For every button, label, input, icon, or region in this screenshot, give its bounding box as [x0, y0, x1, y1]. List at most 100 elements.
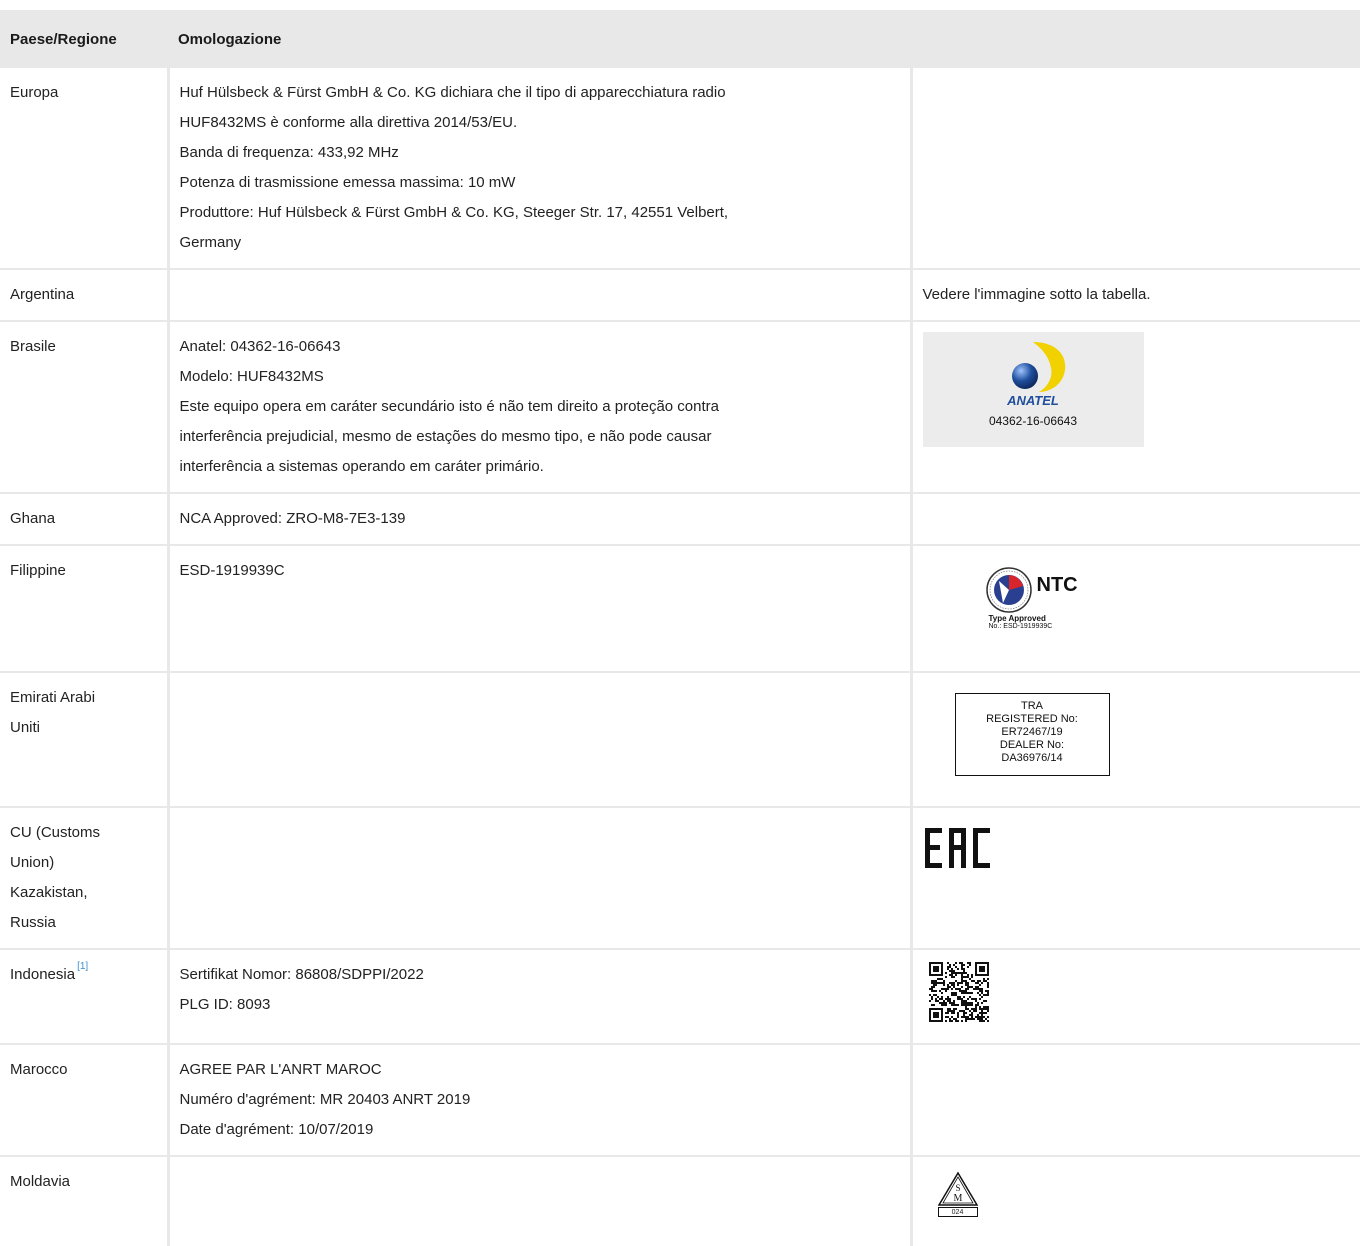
- country-cell: Ghana: [0, 493, 168, 546]
- country-name: Union): [10, 854, 55, 871]
- mark-cell: Vedere l'immagine sotto la tabella.: [909, 269, 1360, 322]
- table-row: Europa Huf Hülsbeck & Fürst GmbH & Co. K…: [0, 68, 1360, 270]
- country-cell: Moldavia: [0, 1156, 168, 1246]
- approval-cell: NCA Approved: ZRO-M8-7E3-139: [166, 493, 911, 546]
- ntc-type-approved: Type Approved: [988, 614, 1046, 623]
- approval-line: PLG ID: 8093: [179, 996, 271, 1013]
- ntc-name: NTC: [1036, 574, 1078, 596]
- country-cell: Filippine: [0, 545, 168, 673]
- mark-cell: ANATEL 04362-16-06643: [909, 321, 1360, 494]
- sm-moldova-mark: S M 024: [931, 1171, 981, 1219]
- tra-line: DA36976/14: [1001, 752, 1063, 764]
- approval-line: Produttore: Huf Hülsbeck & Fürst GmbH & …: [179, 204, 729, 221]
- country-cell: Argentina: [0, 269, 168, 322]
- approval-line: Numéro d'agrément: MR 20403 ANRT 2019: [179, 1091, 471, 1108]
- svg-text:S: S: [955, 1183, 960, 1193]
- mark-cell: S M 024: [909, 1156, 1360, 1246]
- approval-line: Anatel: 04362-16-06643: [179, 338, 341, 355]
- ntc-seal-icon: [985, 567, 1032, 613]
- approval-line: AGREE PAR L'ANRT MAROC: [179, 1061, 382, 1078]
- approval-cell: [166, 672, 911, 808]
- approval-line: interferência prejudicial, mesmo de esta…: [179, 428, 712, 445]
- country-cell: Emirati Arabi Uniti: [0, 672, 168, 808]
- approval-line: Germany: [179, 234, 242, 251]
- footnote-link[interactable]: [1]: [77, 961, 88, 972]
- approval-line: ESD-1919939C: [179, 562, 285, 579]
- country-name: CU (Customs: [10, 824, 101, 841]
- sm-triangle-icon: S M: [937, 1171, 978, 1206]
- table-row: Indonesia [1] Sertifikat Nomor: 86808/SDP…: [0, 949, 1360, 1045]
- country-name: Ghana: [10, 510, 56, 527]
- approval-line: NCA Approved: ZRO-M8-7E3-139: [179, 510, 406, 527]
- country-name: Brasile: [10, 338, 56, 355]
- tra-line: TRA: [1021, 700, 1043, 712]
- mark-cell: [909, 807, 1360, 950]
- anatel-word: ANATEL: [1007, 393, 1059, 408]
- approval-cell: Sertifikat Nomor: 86808/SDPPI/2022 PLG I…: [166, 949, 911, 1045]
- approval-line: Huf Hülsbeck & Fürst GmbH & Co. KG dichi…: [179, 84, 726, 101]
- tra-line: REGISTERED No:: [986, 713, 1078, 725]
- approval-line: Sertifikat Nomor: 86808/SDPPI/2022: [179, 966, 424, 983]
- approval-cell: ESD-1919939C: [166, 545, 911, 673]
- mark-cell: [909, 1044, 1360, 1157]
- anatel-emblem-icon: [1011, 342, 1065, 392]
- country-name: Emirati Arabi: [10, 689, 96, 706]
- header-approval: Omologazione: [168, 10, 1360, 68]
- country-name: Russia: [10, 914, 56, 931]
- table-header-row: Paese/Regione Omologazione: [0, 10, 1360, 68]
- anatel-number: 04362-16-06643: [988, 414, 1078, 428]
- country-name: Kazakistan,: [10, 884, 88, 901]
- country-cell: Brasile: [0, 321, 168, 494]
- approval-cell: [166, 1156, 911, 1246]
- table-row: Brasile Anatel: 04362-16-06643 Modelo: H…: [0, 321, 1360, 494]
- table-row: Marocco AGREE PAR L'ANRT MAROC Numéro d'…: [0, 1044, 1360, 1157]
- qr-code-icon: [928, 962, 989, 1022]
- header-country: Paese/Regione: [0, 10, 168, 68]
- approval-cell: [166, 807, 911, 950]
- table-row: Emirati Arabi Uniti TRA REGISTERED No: E…: [0, 672, 1360, 808]
- ntc-logo: NTC Type Approved No.: ESD-1919939C: [985, 566, 1185, 646]
- table-row: CU (Customs Union) Kazakistan, Russia: [0, 807, 1360, 950]
- mark-cell: NTC Type Approved No.: ESD-1919939C: [909, 545, 1360, 673]
- approval-line: HUF8432MS è conforme alla direttiva 2014…: [179, 114, 518, 131]
- approval-line: interferência a sistemas operando em car…: [179, 458, 544, 475]
- mark-cell: [909, 949, 1360, 1045]
- approval-line: Date d'agrément: 10/07/2019: [179, 1121, 374, 1138]
- approval-cell: [166, 269, 911, 322]
- approval-line: Modelo: HUF8432MS: [179, 368, 324, 385]
- approval-line: Potenza di trasmissione emessa massima: …: [179, 174, 516, 191]
- see-image-note: Vedere l'immagine sotto la tabella.: [922, 286, 1151, 303]
- tra-line: ER72467/19: [1001, 726, 1063, 738]
- table-row: Moldavia S M 024: [0, 1156, 1360, 1246]
- country-cell: Europa: [0, 68, 168, 270]
- anatel-logo: ANATEL 04362-16-06643: [922, 332, 1144, 447]
- country-cell: Indonesia [1]: [0, 949, 168, 1045]
- mark-cell: [909, 493, 1360, 546]
- page: Paese/Regione Omologazione Europa Huf Hü…: [0, 0, 1360, 1246]
- sm-mark-number: 024: [937, 1207, 978, 1217]
- mark-cell: [909, 68, 1360, 270]
- mark-cell: TRA REGISTERED No: ER72467/19 DEALER No:…: [909, 672, 1360, 808]
- approval-cell: AGREE PAR L'ANRT MAROC Numéro d'agrément…: [166, 1044, 911, 1157]
- country-cell: Marocco: [0, 1044, 168, 1157]
- svg-text:M: M: [953, 1193, 962, 1204]
- country-name: Moldavia: [10, 1173, 71, 1190]
- table-row: Filippine ESD-1919939C NTC Type Approved…: [0, 545, 1360, 673]
- table-row: Ghana NCA Approved: ZRO-M8-7E3-139: [0, 493, 1360, 546]
- country-name: Filippine: [10, 562, 66, 579]
- country-cell: CU (Customs Union) Kazakistan, Russia: [0, 807, 168, 950]
- approvals-table: Paese/Regione Omologazione Europa Huf Hü…: [0, 10, 1360, 1246]
- country-name: Indonesia: [10, 966, 76, 983]
- country-name: Europa: [10, 84, 59, 101]
- approval-line: Banda di frequenza: 433,92 MHz: [179, 144, 399, 161]
- country-name: Argentina: [10, 286, 75, 303]
- approval-line: Este equipo opera em caráter secundário …: [179, 398, 719, 415]
- approval-cell: Huf Hülsbeck & Fürst GmbH & Co. KG dichi…: [166, 68, 911, 270]
- approval-cell: Anatel: 04362-16-06643 Modelo: HUF8432MS…: [166, 321, 911, 494]
- ntc-number: No.: ESD-1919939C: [988, 623, 1053, 630]
- country-name: Marocco: [10, 1061, 68, 1078]
- eac-logo-icon: [924, 828, 990, 868]
- tra-line: DEALER No:: [999, 739, 1065, 751]
- tra-label: TRA REGISTERED No: ER72467/19 DEALER No:…: [954, 693, 1110, 776]
- table-row: Argentina Vedere l'immagine sotto la tab…: [0, 269, 1360, 322]
